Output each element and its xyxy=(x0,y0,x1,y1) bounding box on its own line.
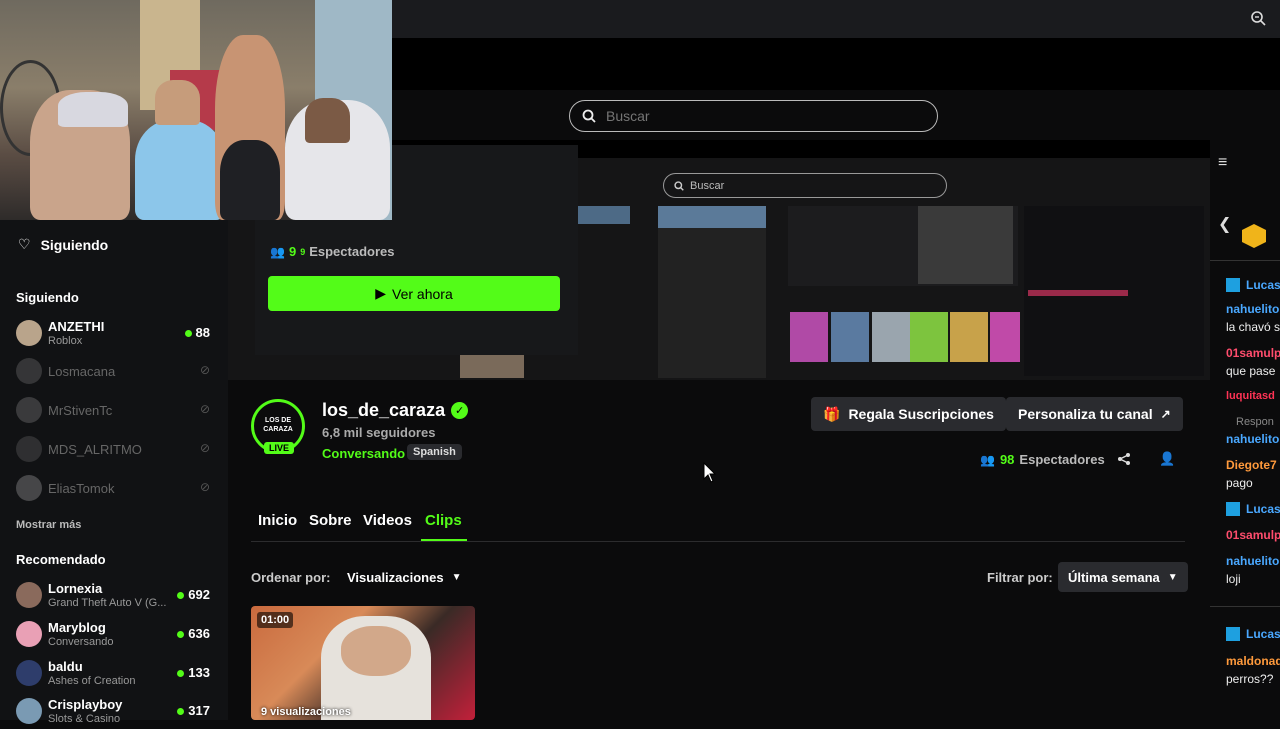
channel-name: los_de_caraza ✓ xyxy=(322,400,469,421)
collapse-chat-icon[interactable]: ≡ xyxy=(1218,154,1227,172)
sidebar: ♡ Siguiendo Siguiendo ANZETHI Roblox 88 L… xyxy=(0,220,228,725)
user-settings-icon[interactable]: 👤 xyxy=(1159,451,1175,467)
play-icon: ▶ xyxy=(375,285,387,301)
webcam-overlay xyxy=(0,0,392,220)
viewer-count: 👥 98 Espectadores xyxy=(980,452,1105,467)
sidebar-channel-crisplayboy[interactable]: Crisplayboy Slots & Casino 317 xyxy=(16,693,216,729)
customize-channel-button[interactable]: Personaliza tu canal ↗ xyxy=(1006,397,1183,431)
viewers-icon: 👥 xyxy=(270,244,285,259)
filter-by-dropdown[interactable]: Última semana ▼ xyxy=(1058,562,1188,592)
search-input[interactable] xyxy=(604,107,908,125)
share-icon[interactable] xyxy=(1117,452,1131,471)
chevron-down-icon: ▼ xyxy=(1167,571,1178,583)
sidebar-section-following: Siguiendo xyxy=(16,290,79,305)
verified-icon: ✓ xyxy=(451,402,469,419)
gift-icon: 🎁 xyxy=(823,405,841,422)
zoom-icon[interactable] xyxy=(1250,10,1266,26)
channel-tabs: Inicio Sobre Videos Clips xyxy=(251,509,1185,542)
offline-icon: ⊘ xyxy=(199,363,210,377)
chevron-down-icon: ▼ xyxy=(451,571,462,583)
banner-search: Buscar xyxy=(663,173,947,198)
avatar xyxy=(16,582,42,608)
sidebar-channel-eliastomok[interactable]: EliasTomok ⊘ xyxy=(16,470,216,506)
sidebar-channel-maryblog[interactable]: Maryblog Conversando 636 xyxy=(16,616,216,652)
sidebar-channel-mds-alritmo[interactable]: MDS_ALRITMO ⊘ xyxy=(16,431,216,467)
live-badge: LIVE xyxy=(264,442,295,454)
sidebar-channel-baldu[interactable]: baldu Ashes of Creation 133 xyxy=(16,655,216,691)
heart-icon: ♡ xyxy=(18,236,31,252)
header-strip xyxy=(392,38,1280,90)
avatar xyxy=(16,320,42,346)
tab-videos[interactable]: Videos xyxy=(363,512,412,529)
watch-now-button[interactable]: ▶ Ver ahora xyxy=(268,276,560,311)
sidebar-channel-anzethi[interactable]: ANZETHI Roblox 88 xyxy=(16,315,216,351)
chat-panel: ≡ ❮ Lucas nahuelito la chavó s 01samulp … xyxy=(1210,140,1280,720)
offline-icon: ⊘ xyxy=(199,441,210,455)
avatar xyxy=(16,621,42,647)
search-bar[interactable] xyxy=(569,100,938,132)
sidebar-channel-lornexia[interactable]: Lornexia Grand Theft Auto V (G... 692 xyxy=(16,577,216,613)
sidebar-channel-mrstiventc[interactable]: MrStivenTc ⊘ xyxy=(16,392,216,428)
language-tag[interactable]: Spanish xyxy=(407,444,462,460)
avatar xyxy=(16,660,42,686)
tab-clips[interactable]: Clips xyxy=(425,512,462,529)
avatar xyxy=(16,436,42,462)
clip-views: 9 visualizaciones xyxy=(261,706,351,718)
order-by-label: Ordenar por: xyxy=(251,570,331,585)
offline-icon: ⊘ xyxy=(199,402,210,416)
stream-category[interactable]: Conversando xyxy=(322,446,405,461)
external-link-icon: ↗ xyxy=(1160,407,1171,421)
sidebar-following-header[interactable]: ♡ Siguiendo xyxy=(18,236,108,253)
chevron-left-icon[interactable]: ❮ xyxy=(1218,214,1231,234)
mouse-cursor-icon xyxy=(703,462,717,483)
avatar xyxy=(16,358,42,384)
active-tab-indicator xyxy=(421,539,467,541)
tab-inicio[interactable]: Inicio xyxy=(258,512,297,529)
sidebar-channel-losmacana[interactable]: Losmacana ⊘ xyxy=(16,353,216,389)
filter-by-label: Filtrar por: xyxy=(987,570,1053,585)
follower-count: 6,8 mil seguidores xyxy=(322,425,436,440)
gift-subscriptions-button[interactable]: 🎁 Regala Suscripciones xyxy=(811,397,1006,431)
search-icon xyxy=(582,109,596,123)
donor-badge xyxy=(1242,224,1266,248)
avatar xyxy=(16,698,42,724)
show-more-link[interactable]: Mostrar más xyxy=(16,519,81,531)
viewers-icon: 👥 xyxy=(980,452,995,467)
avatar xyxy=(16,475,42,501)
avatar xyxy=(16,397,42,423)
tab-sobre[interactable]: Sobre xyxy=(309,512,352,529)
sidebar-section-recommended: Recomendado xyxy=(16,552,106,567)
offline-icon: ⊘ xyxy=(199,480,210,494)
clip-duration: 01:00 xyxy=(257,612,294,628)
clip-card[interactable]: 01:00 9 visualizaciones xyxy=(251,606,475,720)
order-by-dropdown[interactable]: Visualizaciones ▼ xyxy=(337,562,472,592)
